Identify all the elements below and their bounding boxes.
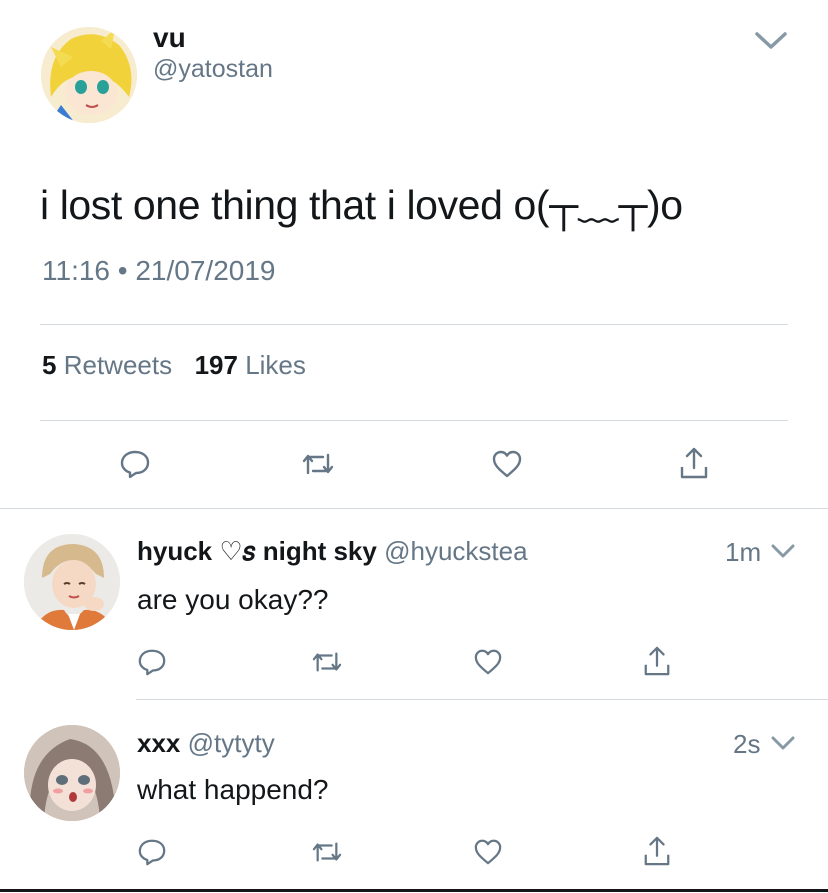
likes-label: Likes [245,350,306,380]
retweets-count: 5 [42,350,57,380]
reply-text: what happend? [137,774,329,805]
tweet-text: i lost one thing that i loved o(┬﹏┬)o [40,182,683,228]
share-icon[interactable] [640,834,674,868]
divider [40,324,788,325]
avatar[interactable] [24,534,120,630]
retweet-icon[interactable] [310,835,344,869]
tweet-timestamp[interactable]: 11:16 • 21/07/2019 [42,255,276,287]
reply-icon[interactable] [135,835,169,869]
heart-icon[interactable] [471,835,505,869]
display-name[interactable]: hyuck ♡𝑠 night sky [137,536,377,566]
avatar[interactable] [24,725,120,821]
likes-stat[interactable]: 197 Likes [195,350,306,380]
reply-text: are you okay?? [137,584,329,615]
heart-icon[interactable] [490,447,524,481]
retweets-label: Retweets [63,350,173,380]
handle[interactable]: @yatostan [153,55,273,84]
display-name[interactable]: xxx [137,728,180,758]
display-name[interactable]: vu [153,22,186,54]
reply-time[interactable]: 2s [733,729,760,760]
share-icon[interactable] [640,644,674,678]
retweet-icon[interactable] [301,447,335,481]
likes-count: 197 [194,350,238,380]
reply-header: xxx @tytyty [137,728,275,759]
divider [136,699,828,700]
reply-time[interactable]: 1m [725,537,761,568]
handle[interactable]: @hyuckstea [384,536,527,566]
reply-icon[interactable] [118,447,152,481]
bottom-edge [0,889,828,892]
reply-header: hyuck ♡𝑠 night sky @hyuckstea [137,536,528,568]
chevron-down-icon[interactable] [770,542,796,565]
retweet-icon[interactable] [310,645,344,679]
chevron-down-icon[interactable] [770,734,796,757]
share-icon[interactable] [677,446,711,480]
avatar[interactable] [41,27,137,123]
divider [40,420,788,421]
retweets-stat[interactable]: 5 Retweets [42,350,179,380]
tweet-stats: 5 Retweets 197 Likes [42,350,306,381]
handle[interactable]: @tytyty [188,728,275,758]
divider [0,508,828,509]
heart-icon[interactable] [471,645,505,679]
reply-icon[interactable] [135,645,169,679]
chevron-down-icon[interactable] [754,30,788,57]
